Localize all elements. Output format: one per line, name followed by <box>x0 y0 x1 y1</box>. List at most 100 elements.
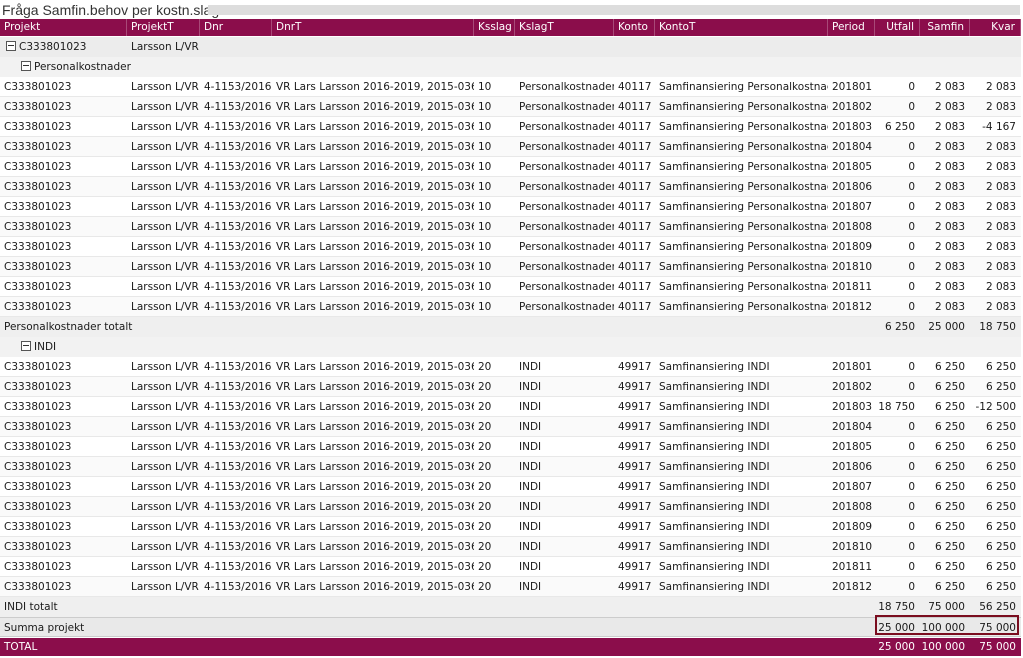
cell-samfin: 6 250 <box>934 561 965 573</box>
cell-dnr: 4-1153/2016 <box>204 501 272 513</box>
cell-projektt: Larsson L/VR <box>131 561 199 573</box>
cell-kvar: 6 250 <box>985 421 1016 433</box>
column-header-dnr[interactable]: Dnr <box>200 19 272 36</box>
subtotal-row: Personalkostnader totalt 6 250 25 000 18 75… <box>0 317 1021 337</box>
cell-projektt: Larsson L/VR <box>131 541 199 553</box>
cell-dnrt: VR Lars Larsson 2016-2019, 2015-03610 <box>276 261 474 273</box>
cell-projekt: C333801023 <box>4 541 72 553</box>
table-row: C333801023 Larsson L/VR 4-1153/2016 VR Lars… <box>0 557 1021 577</box>
cell-kontot: Samfinansiering Personalkostnader <box>659 161 828 173</box>
cell-utfall: 0 <box>908 201 915 213</box>
page-title: Fråga Samfin.behov per kostn.slag <box>2 2 220 18</box>
cell-kontot: Samfinansiering INDI <box>659 581 770 593</box>
column-header-utfall[interactable]: Utfall <box>875 19 920 36</box>
cell-dnrt: VR Lars Larsson 2016-2019, 2015-03610 <box>276 301 474 313</box>
minus-box-icon[interactable] <box>6 41 16 51</box>
cell-kslagt: INDI <box>519 461 542 473</box>
cell-projektt: Larsson L/VR <box>131 101 199 113</box>
cell-samfin: 6 250 <box>934 501 965 513</box>
column-header-samfin[interactable]: Samfin <box>920 19 970 36</box>
cell-dnr: 4-1153/2016 <box>204 121 272 133</box>
grand-total-kvar: 75 000 <box>979 641 1016 653</box>
cell-dnr: 4-1153/2016 <box>204 561 272 573</box>
cell-utfall: 0 <box>908 141 915 153</box>
cell-utfall: 0 <box>908 221 915 233</box>
cell-projektt: Larsson L/VR <box>131 521 199 533</box>
cell-kvar: 2 083 <box>985 81 1016 93</box>
cell-samfin: 2 083 <box>934 241 965 253</box>
cell-dnr: 4-1153/2016 <box>204 201 272 213</box>
cell-dnrt: VR Lars Larsson 2016-2019, 2015-03610 <box>276 121 474 133</box>
cell-ksslag: 20 <box>478 541 492 553</box>
cell-samfin: 6 250 <box>934 361 965 373</box>
column-header-projekt[interactable]: Projekt <box>0 19 127 36</box>
cell-kslagt: INDI <box>519 401 542 413</box>
cell-kvar: 6 250 <box>985 521 1016 533</box>
cell-utfall: 0 <box>908 421 915 433</box>
cell-kslagt: INDI <box>519 541 542 553</box>
cell-projektt: Larsson L/VR <box>131 441 199 453</box>
group-row-projekt: C333801023 Larsson L/VR <box>0 37 1021 57</box>
cell-dnr: 4-1153/2016 <box>204 261 272 273</box>
group-toggle-kslag[interactable]: Personalkostnader <box>17 57 217 77</box>
column-header-dnrt[interactable]: DnrT <box>272 19 474 36</box>
cell-ksslag: 10 <box>478 301 492 313</box>
cell-kvar: 6 250 <box>985 481 1016 493</box>
cell-kvar: 2 083 <box>985 221 1016 233</box>
cell-ksslag: 20 <box>478 481 492 493</box>
cell-samfin: 2 083 <box>934 281 965 293</box>
subtotal-utfall: 6 250 <box>884 321 915 333</box>
cell-projekt: C333801023 <box>4 361 72 373</box>
cell-kvar: 6 250 <box>985 381 1016 393</box>
cell-ksslag: 10 <box>478 201 492 213</box>
cell-kslagt: INDI <box>519 561 542 573</box>
group-row-kslag: INDI <box>0 337 1021 357</box>
cell-samfin: 2 083 <box>934 81 965 93</box>
cell-dnrt: VR Lars Larsson 2016-2019, 2015-03610 <box>276 581 474 593</box>
column-header-kslagt[interactable]: KslagT <box>515 19 614 36</box>
cell-dnrt: VR Lars Larsson 2016-2019, 2015-03610 <box>276 521 474 533</box>
cell-ksslag: 10 <box>478 221 492 233</box>
cell-projekt: C333801023 <box>4 121 72 133</box>
table-row: C333801023 Larsson L/VR 4-1153/2016 VR Lars… <box>0 377 1021 397</box>
cell-kontot: Samfinansiering Personalkostnader <box>659 101 828 113</box>
table-row: C333801023 Larsson L/VR 4-1153/2016 VR Lars… <box>0 277 1021 297</box>
cell-projekt: C333801023 <box>4 461 72 473</box>
subtotal-label: Personalkostnader totalt <box>4 321 133 333</box>
cell-projekt: C333801023 <box>4 221 72 233</box>
column-header-kvar[interactable]: Kvar <box>970 19 1021 36</box>
table-row: C333801023 Larsson L/VR 4-1153/2016 VR Lars… <box>0 117 1021 137</box>
cell-dnrt: VR Lars Larsson 2016-2019, 2015-03610 <box>276 541 474 553</box>
cell-projekt: C333801023 <box>4 581 72 593</box>
cell-ksslag: 20 <box>478 501 492 513</box>
column-header-projektt[interactable]: ProjektT <box>127 19 200 36</box>
cell-dnr: 4-1153/2016 <box>204 581 272 593</box>
cell-kontot: Samfinansiering Personalkostnader <box>659 141 828 153</box>
minus-box-icon[interactable] <box>21 341 31 351</box>
group-toggle-kslag[interactable]: INDI <box>17 337 217 357</box>
cell-projektt: Larsson L/VR <box>131 301 199 313</box>
cell-kontot: Samfinansiering INDI <box>659 541 770 553</box>
cell-dnr: 4-1153/2016 <box>204 301 272 313</box>
cell-dnrt: VR Lars Larsson 2016-2019, 2015-03610 <box>276 381 474 393</box>
minus-box-icon[interactable] <box>21 61 31 71</box>
cell-dnrt: VR Lars Larsson 2016-2019, 2015-03610 <box>276 101 474 113</box>
column-header-period[interactable]: Period <box>828 19 875 36</box>
cell-kontot: Samfinansiering INDI <box>659 421 770 433</box>
cell-projekt: C333801023 <box>4 381 72 393</box>
column-header-kontot[interactable]: KontoT <box>655 19 828 36</box>
table-row: C333801023 Larsson L/VR 4-1153/2016 VR Lars… <box>0 177 1021 197</box>
cell-kvar: 2 083 <box>985 201 1016 213</box>
cell-dnr: 4-1153/2016 <box>204 241 272 253</box>
cell-konto: 49917 <box>618 501 652 513</box>
column-header-konto[interactable]: Konto <box>614 19 655 36</box>
title-bar-track <box>208 5 1020 15</box>
cell-utfall: 6 250 <box>884 121 915 133</box>
cell-konto: 49917 <box>618 401 652 413</box>
cell-kvar: 2 083 <box>985 141 1016 153</box>
title-bar: Fråga Samfin.behov per kostn.slag <box>0 0 1023 19</box>
column-header-ksslag[interactable]: Ksslag <box>474 19 515 36</box>
cell-samfin: 6 250 <box>934 381 965 393</box>
cell-samfin: 2 083 <box>934 121 965 133</box>
cell-kslagt: Personalkostnader <box>519 101 614 113</box>
